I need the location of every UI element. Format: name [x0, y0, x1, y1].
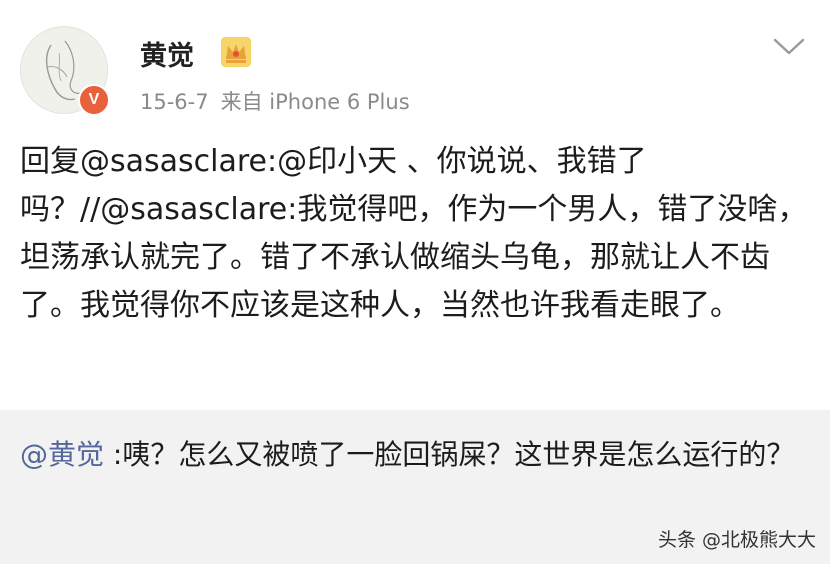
chevron-down-icon[interactable]	[772, 36, 806, 58]
mention-link[interactable]: @黄觉	[20, 438, 104, 471]
post-source[interactable]: 来自 iPhone 6 Plus	[221, 90, 410, 114]
repost-body: :咦？怎么又被喷了一脸回锅屎？这世界是怎么运行的？	[104, 438, 795, 471]
repost-text: @黄觉 :咦？怎么又被喷了一脸回锅屎？这世界是怎么运行的？	[20, 432, 810, 478]
post-meta: 15-6-7 来自 iPhone 6 Plus	[140, 86, 410, 116]
weibo-post: V 黄觉 15-6-7 来自 iPhone 6 Plus 回复@sasasclar…	[0, 0, 830, 410]
post-date: 15-6-7	[140, 90, 209, 114]
username[interactable]: 黄觉	[140, 34, 194, 73]
post-text: 回复@sasasclare:@印小天 、你说说、我错了吗？//@sasascla…	[20, 144, 808, 323]
crown-icon[interactable]	[219, 35, 253, 69]
watermark: 头条 @北极熊大大	[657, 529, 816, 551]
verified-badge: V	[78, 84, 110, 116]
